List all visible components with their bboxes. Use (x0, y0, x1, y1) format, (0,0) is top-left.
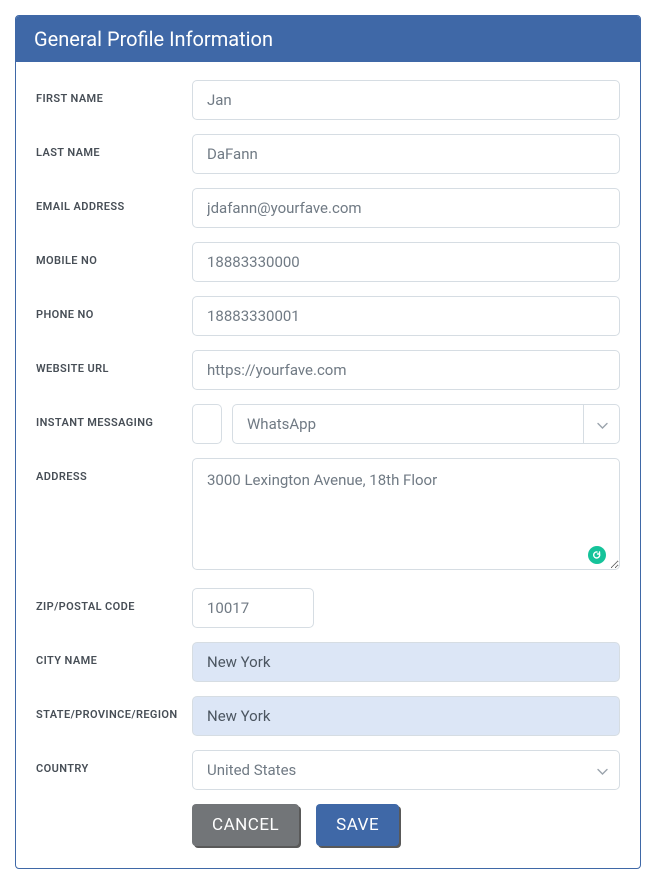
button-row: CANCEL SAVE (192, 804, 620, 846)
row-country: COUNTRY United States (36, 750, 620, 790)
row-im: INSTANT MESSAGING WhatsApp (36, 404, 620, 444)
label-city: CITY NAME (36, 642, 192, 667)
label-phone: PHONE NO (36, 296, 192, 321)
row-website: WEBSITE URL (36, 350, 620, 390)
last-name-input[interactable] (192, 134, 620, 174)
country-select[interactable]: United States (192, 750, 620, 790)
grammarly-icon (588, 546, 606, 564)
row-first-name: FIRST NAME (36, 80, 620, 120)
im-handle-input[interactable] (192, 404, 222, 444)
label-website: WEBSITE URL (36, 350, 192, 375)
profile-panel: General Profile Information FIRST NAME L… (15, 15, 641, 869)
panel-body: FIRST NAME LAST NAME EMAIL ADDRESS MOBIL… (16, 62, 640, 868)
label-last-name: LAST NAME (36, 134, 192, 159)
state-input[interactable] (192, 696, 620, 736)
row-phone: PHONE NO (36, 296, 620, 336)
website-input[interactable] (192, 350, 620, 390)
label-address: ADDRESS (36, 458, 192, 483)
save-button[interactable]: SAVE (316, 804, 399, 846)
label-email: EMAIL ADDRESS (36, 188, 192, 213)
mobile-input[interactable] (192, 242, 620, 282)
zip-input[interactable] (192, 588, 314, 628)
label-im: INSTANT MESSAGING (36, 404, 192, 429)
label-state: STATE/PROVINCE/REGION (36, 696, 192, 721)
row-last-name: LAST NAME (36, 134, 620, 174)
panel-title: General Profile Information (16, 16, 640, 62)
row-city: CITY NAME (36, 642, 620, 682)
label-country: COUNTRY (36, 750, 192, 775)
row-email: EMAIL ADDRESS (36, 188, 620, 228)
row-state: STATE/PROVINCE/REGION (36, 696, 620, 736)
row-mobile: MOBILE NO (36, 242, 620, 282)
label-zip: ZIP/POSTAL CODE (36, 588, 192, 613)
first-name-input[interactable] (192, 80, 620, 120)
im-service-select[interactable]: WhatsApp (232, 404, 620, 444)
city-input[interactable] (192, 642, 620, 682)
address-textarea[interactable] (192, 458, 620, 570)
row-zip: ZIP/POSTAL CODE (36, 588, 620, 628)
email-input[interactable] (192, 188, 620, 228)
cancel-button[interactable]: CANCEL (192, 804, 299, 846)
row-address: ADDRESS (36, 458, 620, 574)
phone-input[interactable] (192, 296, 620, 336)
label-mobile: MOBILE NO (36, 242, 192, 267)
label-first-name: FIRST NAME (36, 80, 192, 105)
